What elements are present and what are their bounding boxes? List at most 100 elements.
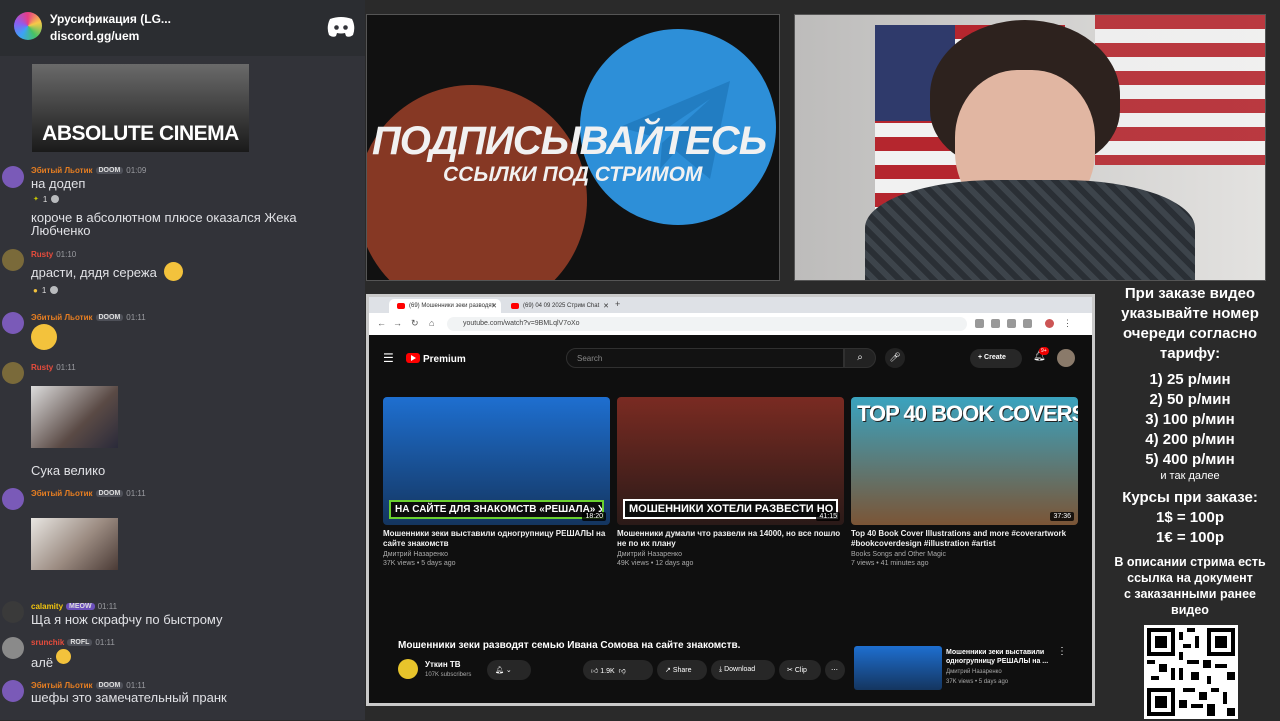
youtube-favicon-icon bbox=[397, 303, 405, 309]
add-reaction-icon[interactable] bbox=[50, 286, 59, 294]
url-field[interactable]: youtube.com/watch?v=9BMLqlV7oXo bbox=[447, 317, 967, 331]
username[interactable]: Эбитый Льотик DOOM 01:11 bbox=[31, 489, 146, 498]
avatar[interactable] bbox=[2, 601, 24, 623]
description-note: видео bbox=[1171, 603, 1209, 617]
voice-search-button[interactable]: 🎤︎ bbox=[885, 348, 905, 368]
video-thumbnail[interactable]: TOP 40 BOOK COVERS 37:36 bbox=[851, 397, 1078, 525]
username[interactable]: Rusty 01:11 bbox=[31, 363, 76, 372]
share-icon: ↗ bbox=[665, 667, 671, 674]
attached-image[interactable] bbox=[31, 518, 118, 570]
extension-icon[interactable] bbox=[991, 319, 1000, 328]
smile-emoji-icon bbox=[164, 262, 183, 281]
clip-button[interactable]: ✂ Clip bbox=[779, 660, 821, 680]
tariff-line: 5) 400 р/мин bbox=[1145, 451, 1235, 468]
avatar[interactable] bbox=[2, 488, 24, 510]
username[interactable]: calamity MEOW 01:11 bbox=[31, 602, 117, 611]
extension-icon[interactable] bbox=[1007, 319, 1016, 328]
related-video-thumbnail[interactable] bbox=[854, 646, 942, 690]
video-meta: 7 views • 41 minutes ago bbox=[851, 560, 929, 567]
avatar[interactable] bbox=[2, 249, 24, 271]
youtube-brand[interactable]: Premium bbox=[423, 354, 466, 365]
share-button[interactable]: ↗ Share bbox=[657, 660, 707, 680]
username[interactable]: Rusty 01:10 bbox=[31, 250, 76, 259]
hamburger-menu-icon[interactable]: ☰ bbox=[383, 351, 394, 365]
video-card[interactable]: НА САЙТЕ ДЛЯ ЗНАКОМСТВ «РЕШАЛА» УЗНАЛ СВ… bbox=[383, 397, 610, 567]
new-tab-icon[interactable]: + bbox=[615, 299, 620, 309]
reaction[interactable]: ✦ 1 bbox=[33, 192, 60, 206]
video-title[interactable]: Мошенники думали что развели на 14000, н… bbox=[617, 529, 844, 549]
avatar[interactable] bbox=[2, 637, 24, 659]
add-reaction-icon[interactable] bbox=[51, 195, 60, 203]
related-video-title[interactable]: Мошенники зеки выставили одногрупницу РЕ… bbox=[946, 648, 1058, 666]
more-icon: ⋯ bbox=[831, 667, 838, 674]
avatar[interactable] bbox=[2, 362, 24, 384]
reload-icon[interactable]: ↻ bbox=[411, 318, 419, 329]
username[interactable]: Эбитый Льотик DOOM 01:11 bbox=[31, 313, 146, 322]
username[interactable]: srunchik ROFL 01:11 bbox=[31, 638, 115, 647]
tariff-line: 2) 50 р/мин bbox=[1149, 391, 1231, 408]
account-avatar[interactable] bbox=[1057, 349, 1075, 367]
profile-icon[interactable] bbox=[1045, 319, 1054, 328]
video-channel[interactable]: Дмитрий Назаренко bbox=[617, 551, 844, 558]
search-button[interactable]: ⌕ bbox=[844, 348, 876, 368]
related-video-channel[interactable]: Дмитрий Назаренко bbox=[946, 669, 1002, 675]
username[interactable]: Эбитый Льотик DOOM 01:11 bbox=[31, 681, 146, 690]
create-button[interactable]: + Create bbox=[970, 349, 1022, 368]
download-button[interactable]: ⤓ Download bbox=[711, 660, 775, 680]
tariff-etc: и так далее bbox=[1160, 470, 1220, 482]
reaction-emoji-icon: ✦ bbox=[33, 196, 39, 203]
forward-icon[interactable]: → bbox=[393, 318, 402, 328]
video-card[interactable]: МОШЕННИКИ ХОТЕЛИ РАЗВЕСТИ НО 14000 ПРОЛЕ… bbox=[617, 397, 844, 567]
channel-name[interactable]: Уткин ТВ bbox=[425, 660, 461, 669]
subscribe-bell-button[interactable]: 🔔︎ ⌄ bbox=[487, 660, 531, 680]
menu-icon[interactable]: ⋮ bbox=[1063, 318, 1072, 329]
more-actions-button[interactable]: ⋯ bbox=[825, 660, 845, 680]
avatar[interactable] bbox=[2, 680, 24, 702]
tab-youtube-stream[interactable]: (69) 04 09 2025 Стрим Chat ✕ bbox=[503, 299, 613, 313]
user-badge: ROFL bbox=[67, 639, 93, 647]
close-icon[interactable]: ✕ bbox=[491, 302, 497, 310]
video-duration: 18:20 bbox=[582, 512, 606, 521]
tab-strip: (69) Мошенники зеки разводят ✕ (69) 04 09… bbox=[369, 297, 1092, 313]
avatar[interactable] bbox=[2, 312, 24, 334]
timestamp: 01:11 bbox=[126, 489, 146, 498]
timestamp: 01:09 bbox=[126, 166, 147, 175]
like-dislike-button[interactable]: 👍︎ 1.9K 👎︎ bbox=[583, 660, 653, 680]
clip-label: Clip bbox=[794, 667, 807, 674]
video-channel[interactable]: Books Songs and Other Magic bbox=[851, 551, 1078, 558]
username[interactable]: Эбитый Льотик DOOM 01:09 bbox=[31, 166, 146, 175]
thumbnail-caption: TOP 40 BOOK COVERS bbox=[857, 401, 1078, 426]
thumbnail-caption: МОШЕННИКИ ХОТЕЛИ РАЗВЕСТИ НО 14000 ПРОЛЕ… bbox=[623, 499, 838, 519]
attached-image[interactable] bbox=[31, 386, 118, 448]
server-name: Урусификация (LG... bbox=[50, 12, 171, 26]
tab-youtube-video[interactable]: (69) Мошенники зеки разводят ✕ bbox=[389, 299, 501, 313]
extension-icon[interactable] bbox=[975, 319, 984, 328]
user-badge: DOOM bbox=[95, 167, 124, 175]
rate-line: 1$ = 100р bbox=[1156, 509, 1224, 526]
rate-line: 1€ = 100р bbox=[1156, 529, 1224, 546]
video-card[interactable]: TOP 40 BOOK COVERS 37:36 Top 40 Book Cov… bbox=[851, 397, 1078, 567]
tariff-line: 1) 25 р/мин bbox=[1149, 371, 1231, 388]
more-icon[interactable]: ⋮ bbox=[1057, 646, 1067, 657]
extension-icon[interactable] bbox=[1023, 319, 1032, 328]
back-icon[interactable]: ← bbox=[377, 318, 386, 328]
username-text: Эбитый Льотик bbox=[31, 166, 93, 175]
close-icon[interactable]: ✕ bbox=[603, 302, 609, 310]
video-title[interactable]: Top 40 Book Cover Illustrations and more… bbox=[851, 529, 1078, 549]
qr-code[interactable] bbox=[1144, 625, 1238, 719]
video-title[interactable]: Мошенники зеки выставили одногрупницу РЕ… bbox=[383, 529, 610, 549]
video-thumbnail[interactable]: НА САЙТЕ ДЛЯ ЗНАКОМСТВ «РЕШАЛА» УЗНАЛ СВ… bbox=[383, 397, 610, 525]
mic-icon: 🎤︎ bbox=[889, 352, 901, 362]
search-input[interactable]: Search bbox=[566, 348, 844, 368]
reaction[interactable]: ● 1 bbox=[33, 283, 59, 297]
avatar[interactable] bbox=[2, 166, 24, 188]
tab-label: (69) 04 09 2025 Стрим Chat bbox=[523, 303, 600, 309]
username-text: srunchik bbox=[31, 638, 65, 647]
video-channel[interactable]: Дмитрий Назаренко bbox=[383, 551, 610, 558]
video-thumbnail[interactable]: МОШЕННИКИ ХОТЕЛИ РАЗВЕСТИ НО 14000 ПРОЛЕ… bbox=[617, 397, 844, 525]
us-flag bbox=[1095, 15, 1265, 165]
channel-avatar[interactable] bbox=[398, 659, 418, 679]
home-icon[interactable]: ⌂ bbox=[429, 318, 434, 328]
webcam-feed bbox=[794, 14, 1266, 281]
discord-chat-overlay: Урусификация (LG... discord.gg/uem ABSOL… bbox=[0, 0, 365, 720]
